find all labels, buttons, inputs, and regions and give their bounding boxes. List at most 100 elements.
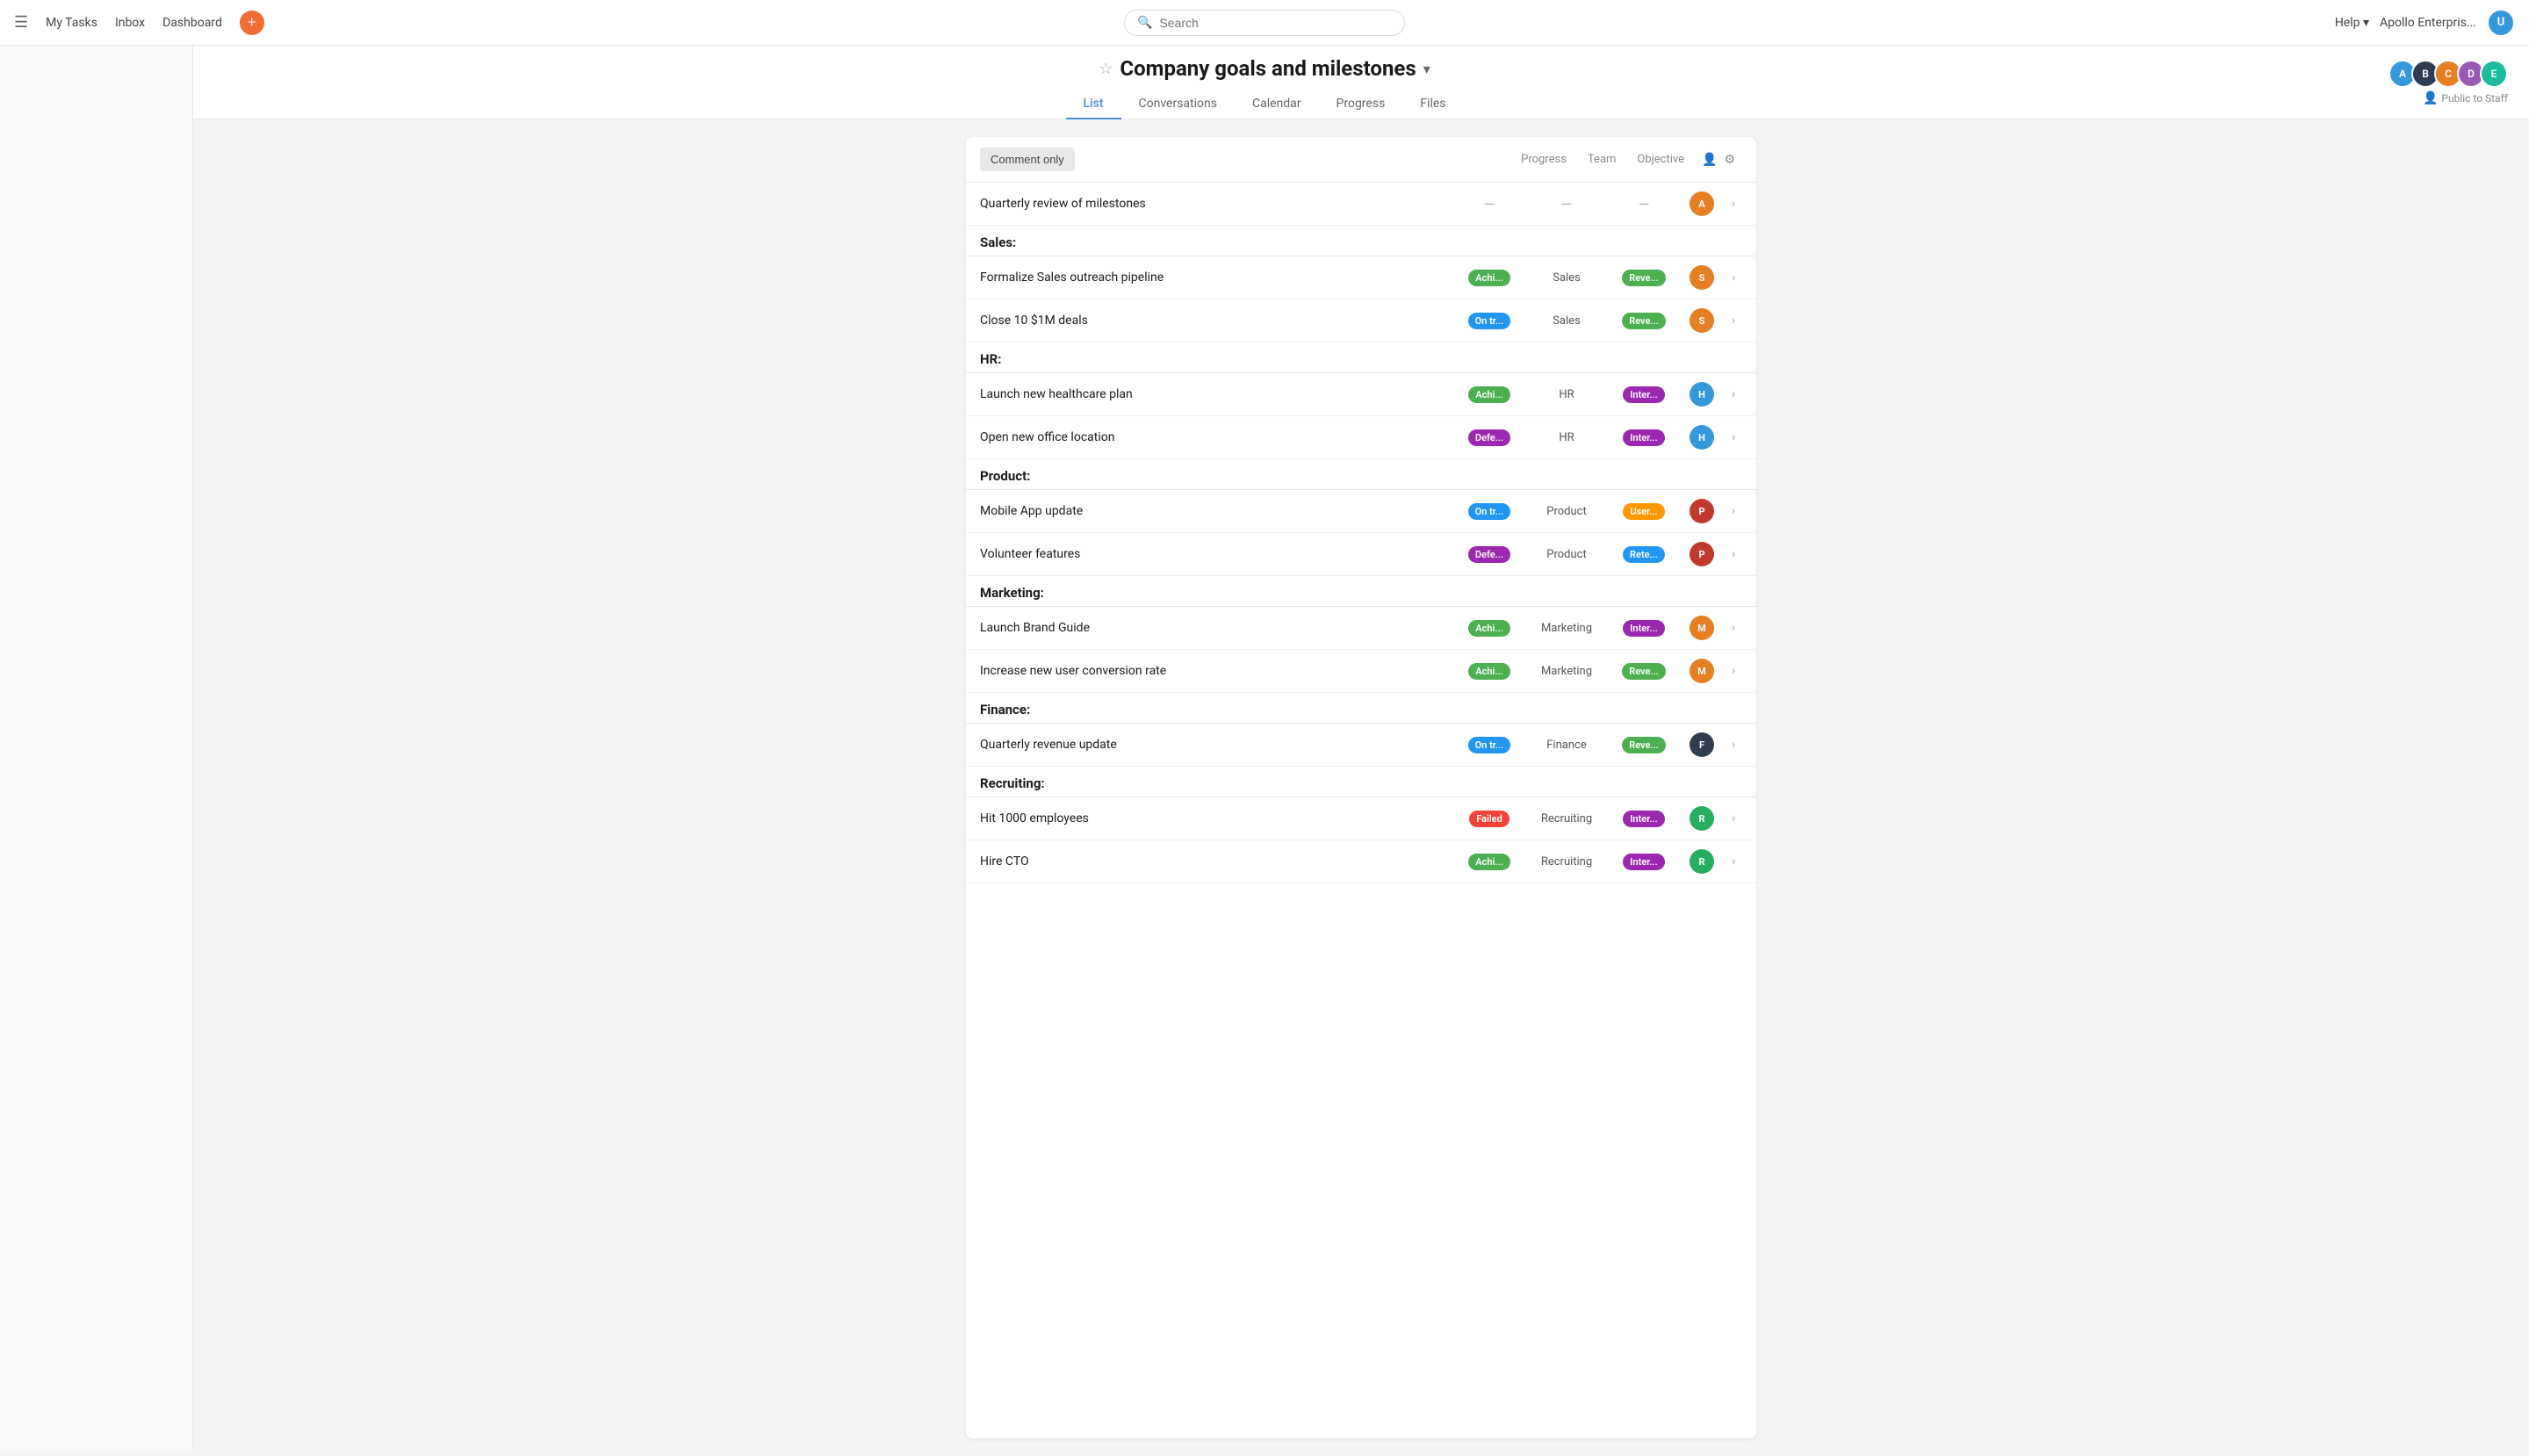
tab-list[interactable]: List xyxy=(1066,90,1121,119)
task-cols: Achi... HR Inter... H › xyxy=(1454,382,1742,407)
hamburger-icon[interactable]: ☰ xyxy=(14,13,28,32)
table-row[interactable]: Quarterly revenue update On tr... Financ… xyxy=(966,724,1756,767)
task-team: — xyxy=(1531,196,1602,213)
task-cols: Achi... Recruiting Inter... R › xyxy=(1454,849,1742,874)
table-columns: Progress Team Objective 👤 ⚙ xyxy=(1510,153,1742,167)
task-avatar: S xyxy=(1686,308,1718,333)
person-icon: 👤 xyxy=(2423,91,2438,105)
task-team: Recruiting xyxy=(1531,812,1602,825)
row-arrow-icon[interactable]: › xyxy=(1725,738,1742,752)
task-avatar: H xyxy=(1686,382,1718,407)
search-input[interactable] xyxy=(1159,16,1392,30)
table-row[interactable]: Quarterly review of milestones — — — A › xyxy=(966,183,1756,226)
row-arrow-icon[interactable]: › xyxy=(1725,430,1742,444)
my-tasks-link[interactable]: My Tasks xyxy=(46,16,97,30)
page-title: Company goals and milestones xyxy=(1120,56,1416,81)
task-team: Marketing xyxy=(1531,622,1602,635)
task-cols: On tr... Sales Reve... S › xyxy=(1454,308,1742,333)
table-row[interactable]: Launch new healthcare plan Achi... HR In… xyxy=(966,373,1756,416)
title-chevron-icon[interactable]: ▾ xyxy=(1423,61,1430,77)
task-progress: Achi... xyxy=(1454,663,1524,680)
row-arrow-icon[interactable]: › xyxy=(1725,811,1742,825)
task-progress: Achi... xyxy=(1454,854,1524,870)
task-cols: Defe... HR Inter... H › xyxy=(1454,425,1742,450)
tab-conversations[interactable]: Conversations xyxy=(1121,90,1235,119)
row-arrow-icon[interactable]: › xyxy=(1725,314,1742,328)
table-row[interactable]: Mobile App update On tr... Product User.… xyxy=(966,490,1756,533)
company-name[interactable]: Apollo Enterpris... xyxy=(2380,16,2476,30)
dashboard-link[interactable]: Dashboard xyxy=(162,16,222,30)
task-cols: On tr... Product User... P › xyxy=(1454,499,1742,523)
row-arrow-icon[interactable]: › xyxy=(1725,387,1742,401)
inbox-link[interactable]: Inbox xyxy=(115,16,145,30)
table-row[interactable]: Hire CTO Achi... Recruiting Inter... R › xyxy=(966,840,1756,883)
task-team: HR xyxy=(1531,388,1602,401)
task-objective: Reve... xyxy=(1609,313,1679,329)
table-row[interactable]: Launch Brand Guide Achi... Marketing Int… xyxy=(966,607,1756,650)
task-avatar: S xyxy=(1686,265,1718,290)
task-cols: Defe... Product Rete... P › xyxy=(1454,542,1742,566)
person-filter-icon[interactable]: 👤 xyxy=(1702,153,1717,167)
section-recruiting: Recruiting: xyxy=(966,767,1756,797)
search-bar[interactable]: 🔍 xyxy=(1124,10,1405,36)
tab-row: List Conversations Calendar Progress Fil… xyxy=(0,90,2529,119)
task-objective: Inter... xyxy=(1609,386,1679,403)
task-team: Product xyxy=(1531,505,1602,518)
collaborator-avatar-5[interactable]: E xyxy=(2480,60,2508,88)
row-arrow-icon[interactable]: › xyxy=(1725,664,1742,678)
task-name: Close 10 $1M deals xyxy=(980,314,1454,328)
row-arrow-icon[interactable]: › xyxy=(1725,270,1742,285)
section-title-sales: Sales: xyxy=(980,234,1016,250)
task-progress: Achi... xyxy=(1454,620,1524,637)
tab-calendar[interactable]: Calendar xyxy=(1235,90,1319,119)
filter-icon[interactable]: ⚙ xyxy=(1724,153,1735,167)
row-arrow-icon[interactable]: › xyxy=(1725,197,1742,211)
task-cols: On tr... Finance Reve... F › xyxy=(1454,732,1742,757)
section-marketing: Marketing: xyxy=(966,576,1756,607)
section-finance: Finance: xyxy=(966,693,1756,724)
task-team: Marketing xyxy=(1531,665,1602,678)
search-icon: 🔍 xyxy=(1137,16,1152,30)
col-team-header: Team xyxy=(1577,153,1627,166)
task-cols: Achi... Sales Reve... S › xyxy=(1454,265,1742,290)
section-title-hr: HR: xyxy=(980,351,1001,367)
task-team: HR xyxy=(1531,431,1602,444)
row-arrow-icon[interactable]: › xyxy=(1725,547,1742,561)
table-row[interactable]: Open new office location Defe... HR Inte… xyxy=(966,416,1756,459)
tab-progress[interactable]: Progress xyxy=(1319,90,1403,119)
task-team: Recruiting xyxy=(1531,855,1602,869)
section-title-product: Product: xyxy=(980,468,1030,484)
table-row[interactable]: Close 10 $1M deals On tr... Sales Reve..… xyxy=(966,299,1756,342)
row-arrow-icon[interactable]: › xyxy=(1725,504,1742,518)
task-name: Volunteer features xyxy=(980,547,1454,561)
section-title-finance: Finance: xyxy=(980,702,1030,717)
task-progress: Failed xyxy=(1454,811,1524,827)
add-button[interactable]: + xyxy=(240,11,264,35)
table-row[interactable]: Increase new user conversion rate Achi..… xyxy=(966,650,1756,693)
comment-only-button[interactable]: Comment only xyxy=(980,148,1075,171)
task-avatar: R xyxy=(1686,849,1718,874)
task-name: Increase new user conversion rate xyxy=(980,664,1454,678)
help-button[interactable]: Help ▾ xyxy=(2335,16,2369,30)
main-content: Comment only Progress Team Objective 👤 ⚙… xyxy=(0,119,2529,1456)
table-row[interactable]: Hit 1000 employees Failed Recruiting Int… xyxy=(966,797,1756,840)
task-objective: User... xyxy=(1609,503,1679,520)
task-avatar: P xyxy=(1686,499,1718,523)
left-sidebar xyxy=(0,46,193,1451)
task-name: Mobile App update xyxy=(980,504,1454,518)
collaborator-avatars: A B C D E xyxy=(2388,60,2508,88)
row-arrow-icon[interactable]: › xyxy=(1725,854,1742,869)
task-avatar: M xyxy=(1686,616,1718,640)
tab-files[interactable]: Files xyxy=(1402,90,1463,119)
public-badge: Public to Staff xyxy=(2441,92,2508,105)
task-objective: Reve... xyxy=(1609,737,1679,753)
star-icon[interactable]: ☆ xyxy=(1099,60,1113,78)
task-name: Open new office location xyxy=(980,430,1454,444)
task-name: Hit 1000 employees xyxy=(980,811,1454,825)
task-name: Quarterly revenue update xyxy=(980,738,1454,752)
task-team: Sales xyxy=(1531,271,1602,285)
user-avatar[interactable]: U xyxy=(2487,9,2515,37)
table-row[interactable]: Volunteer features Defe... Product Rete.… xyxy=(966,533,1756,576)
table-row[interactable]: Formalize Sales outreach pipeline Achi..… xyxy=(966,256,1756,299)
row-arrow-icon[interactable]: › xyxy=(1725,621,1742,635)
